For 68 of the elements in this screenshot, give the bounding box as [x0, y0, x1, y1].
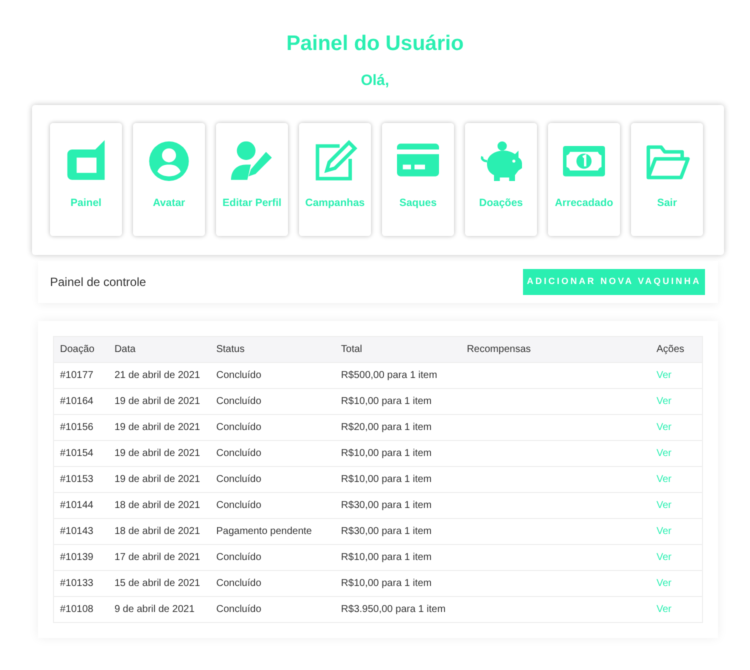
- table-cell: Concluído: [216, 604, 262, 614]
- table-cell: R$10,00 para 1 item: [341, 474, 432, 484]
- table-cell: 18 de abril de 2021: [114, 500, 200, 510]
- table-cell: R$20,00 para 1 item: [341, 422, 432, 432]
- table-cell: R$30,00 para 1 item: [341, 526, 432, 536]
- view-link[interactable]: Ver: [656, 578, 672, 588]
- column-header: Ações: [656, 344, 684, 354]
- view-link[interactable]: Ver: [656, 370, 672, 380]
- view-link[interactable]: Ver: [656, 552, 672, 562]
- column-header: Total: [341, 344, 362, 354]
- column-header: Status: [216, 344, 245, 354]
- table-cell: Concluído: [216, 448, 262, 458]
- view-link[interactable]: Ver: [656, 526, 672, 536]
- table-cell: R$10,00 para 1 item: [341, 396, 432, 406]
- table-cell: R$10,00 para 1 item: [341, 448, 432, 458]
- table-cell: #10153: [60, 474, 94, 484]
- table-cell: 9 de abril de 2021: [114, 604, 195, 614]
- column-header: Doação: [60, 344, 94, 354]
- view-link[interactable]: Ver: [656, 448, 672, 458]
- menu-tile[interactable]: Avatar: [133, 123, 205, 236]
- column-header: Recompensas: [466, 344, 531, 354]
- menu-tile[interactable]: Saques: [382, 123, 454, 236]
- table-cell: Concluído: [216, 396, 262, 406]
- table-cell: Concluído: [216, 422, 262, 432]
- table-cell: Concluído: [216, 500, 262, 510]
- table-cell: 19 de abril de 2021: [114, 448, 200, 458]
- menu-tile[interactable]: Campanhas: [299, 123, 371, 236]
- table-cell: #10143: [60, 526, 94, 536]
- table-cell: Concluído: [216, 370, 262, 380]
- table-cell: 19 de abril de 2021: [114, 396, 200, 406]
- view-link[interactable]: Ver: [656, 500, 672, 510]
- menu-tile[interactable]: Arrecadado: [548, 123, 620, 236]
- table-cell: R$10,00 para 1 item: [341, 578, 432, 588]
- table-cell: R$10,00 para 1 item: [341, 552, 432, 562]
- menu-tile[interactable]: Editar Perfil: [216, 123, 288, 236]
- add-button[interactable]: ADICIONAR NOVA VAQUINHA: [523, 268, 705, 294]
- table-cell: #10108: [60, 604, 94, 614]
- table-cell: #10154: [60, 448, 94, 458]
- table-cell: 19 de abril de 2021: [114, 474, 200, 484]
- view-link[interactable]: Ver: [656, 422, 672, 432]
- table-cell: Pagamento pendente: [216, 526, 312, 536]
- table-cell: #10133: [60, 578, 94, 588]
- page-title: Painel do Usuário: [286, 31, 464, 57]
- table-cell: 21 de abril de 2021: [114, 370, 200, 380]
- menu-tile[interactable]: Sair: [631, 123, 703, 236]
- table-cell: Concluído: [216, 474, 262, 484]
- column-header: Data: [114, 344, 136, 354]
- table-cell: 19 de abril de 2021: [114, 422, 200, 432]
- table-cell: Concluído: [216, 552, 262, 562]
- section-label: Painel de controle: [50, 274, 146, 290]
- table-cell: #10144: [60, 500, 94, 510]
- table-cell: 15 de abril de 2021: [114, 578, 200, 588]
- table-cell: #10164: [60, 396, 94, 406]
- table-cell: #10177: [60, 370, 94, 380]
- table-cell: 18 de abril de 2021: [114, 526, 200, 536]
- view-link[interactable]: Ver: [656, 604, 672, 614]
- menu-tile[interactable]: Doações: [465, 123, 537, 236]
- view-link[interactable]: Ver: [656, 474, 672, 484]
- greeting: Olá,: [360, 71, 390, 91]
- table-cell: R$500,00 para 1 item: [341, 370, 438, 380]
- table-cell: R$3.950,00 para 1 item: [341, 604, 446, 614]
- view-link[interactable]: Ver: [656, 396, 672, 406]
- menu-tile[interactable]: Painel: [50, 123, 122, 236]
- table-cell: R$30,00 para 1 item: [341, 500, 432, 510]
- table-cell: Concluído: [216, 578, 262, 588]
- table-cell: #10139: [60, 552, 94, 562]
- table-cell: 17 de abril de 2021: [114, 552, 200, 562]
- table-cell: #10156: [60, 422, 94, 432]
